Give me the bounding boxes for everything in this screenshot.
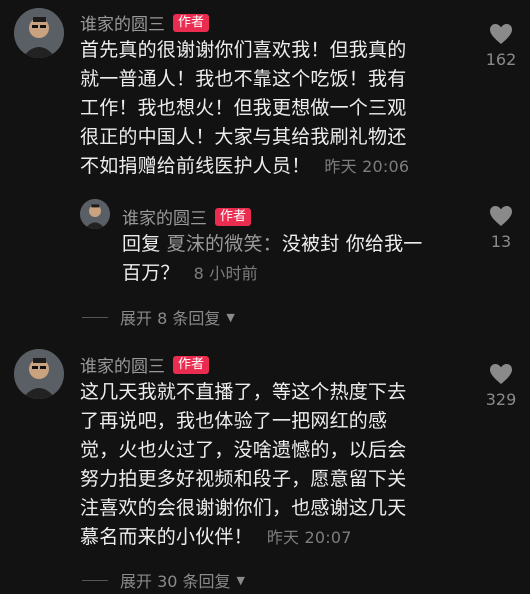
heart-outline-icon	[490, 24, 512, 44]
comment-line: 慕名而来的小伙伴！ 昨天 20:07	[80, 523, 480, 552]
reply-line-text: 百万？	[122, 262, 180, 284]
comment-line: 努力拍更多好视频和段子，愿意留下关	[80, 468, 407, 490]
author-badge: 作者	[173, 13, 210, 32]
chevron-down-icon: ▼	[236, 573, 246, 587]
avatar-image	[80, 199, 110, 229]
avatar[interactable]	[14, 349, 64, 399]
reply-author-line: 谁家的圆三 作者	[122, 204, 252, 229]
expand-replies-label: 展开 30 条回复	[120, 572, 231, 591]
comment-line: 了再说吧，我也体验了一把网红的感	[80, 410, 388, 432]
avatar-image	[14, 349, 64, 399]
heart-outline-icon	[490, 206, 512, 226]
reply-author-name[interactable]: 谁家的圆三	[122, 204, 207, 229]
avatar-image	[14, 8, 64, 58]
comment-line-text: 不如捐赠给前线医护人员！	[80, 155, 311, 177]
comment-line: 这几天我就不直播了，等这个热度下去	[80, 381, 407, 403]
reply-line: 回复 夏沫的微笑：没被封 你给我一	[122, 230, 472, 259]
reply-avatar[interactable]	[80, 199, 110, 229]
comment-line: 注喜欢的会很谢谢你们，也感谢这几天	[80, 497, 407, 519]
reply-like-button[interactable]: 13	[476, 204, 526, 251]
like-button[interactable]: 329	[476, 362, 526, 409]
reply-line: 百万？ 8 小时前	[122, 259, 472, 288]
reply-line-text: 没被封 你给我一	[281, 233, 423, 255]
expand-replies-button[interactable]: 展开 8 条回复 ▼	[82, 305, 235, 329]
comment-item: 谁家的圆三 作者 这几天我就不直播了，等这个热度下去 了再说吧，我也体验了一把网…	[0, 340, 530, 594]
comment-time: 昨天 20:06	[324, 157, 410, 176]
chevron-down-icon: ▼	[226, 310, 235, 324]
reply-time: 8 小时前	[193, 264, 258, 283]
author-name[interactable]: 谁家的圆三	[80, 10, 165, 35]
expand-replies-label: 展开 8 条回复	[120, 309, 221, 328]
reply-prefix: 回复	[122, 233, 161, 255]
comment-line: 首先真的很谢谢你们喜欢我！但我真的	[80, 39, 407, 61]
reply-text[interactable]: 回复 夏沫的微笑：没被封 你给我一 百万？ 8 小时前	[122, 230, 472, 288]
reply-author-badge: 作者	[215, 207, 252, 226]
like-count: 329	[485, 390, 517, 409]
comment-line: 工作！我也想火！但我更想做一个三观	[80, 97, 407, 119]
comment-text[interactable]: 这几天我就不直播了，等这个热度下去 了再说吧，我也体验了一把网红的感 觉，火也火…	[80, 378, 480, 552]
comment-time: 昨天 20:07	[266, 528, 352, 547]
comment-line-text: 慕名而来的小伙伴！	[80, 526, 253, 548]
author-name[interactable]: 谁家的圆三	[80, 352, 165, 377]
comment-line: 不如捐赠给前线医护人员！ 昨天 20:06	[80, 152, 480, 181]
expand-replies-button[interactable]: 展开 30 条回复 ▼	[82, 568, 245, 592]
avatar[interactable]	[14, 8, 64, 58]
comment-item: 谁家的圆三 作者 首先真的很谢谢你们喜欢我！但我真的 就一普通人！我也不靠这个吃…	[0, 0, 530, 340]
divider	[82, 579, 108, 581]
author-line: 谁家的圆三 作者	[80, 10, 210, 35]
author-line: 谁家的圆三 作者	[80, 352, 210, 377]
comment-text[interactable]: 首先真的很谢谢你们喜欢我！但我真的 就一普通人！我也不靠这个吃饭！我有 工作！我…	[80, 36, 480, 181]
divider	[82, 316, 108, 318]
like-button[interactable]: 162	[476, 22, 526, 69]
reply-to-user[interactable]: 夏沫的微笑：	[167, 233, 282, 255]
like-count: 162	[485, 50, 517, 69]
author-badge: 作者	[173, 355, 210, 374]
comment-line: 就一普通人！我也不靠这个吃饭！我有	[80, 68, 407, 90]
heart-outline-icon	[490, 364, 512, 384]
comment-line: 很正的中国人！大家与其给我刷礼物还	[80, 126, 407, 148]
reply-like-count: 13	[490, 232, 512, 251]
comment-line: 觉，火也火过了，没啥遗憾的，以后会	[80, 439, 407, 461]
